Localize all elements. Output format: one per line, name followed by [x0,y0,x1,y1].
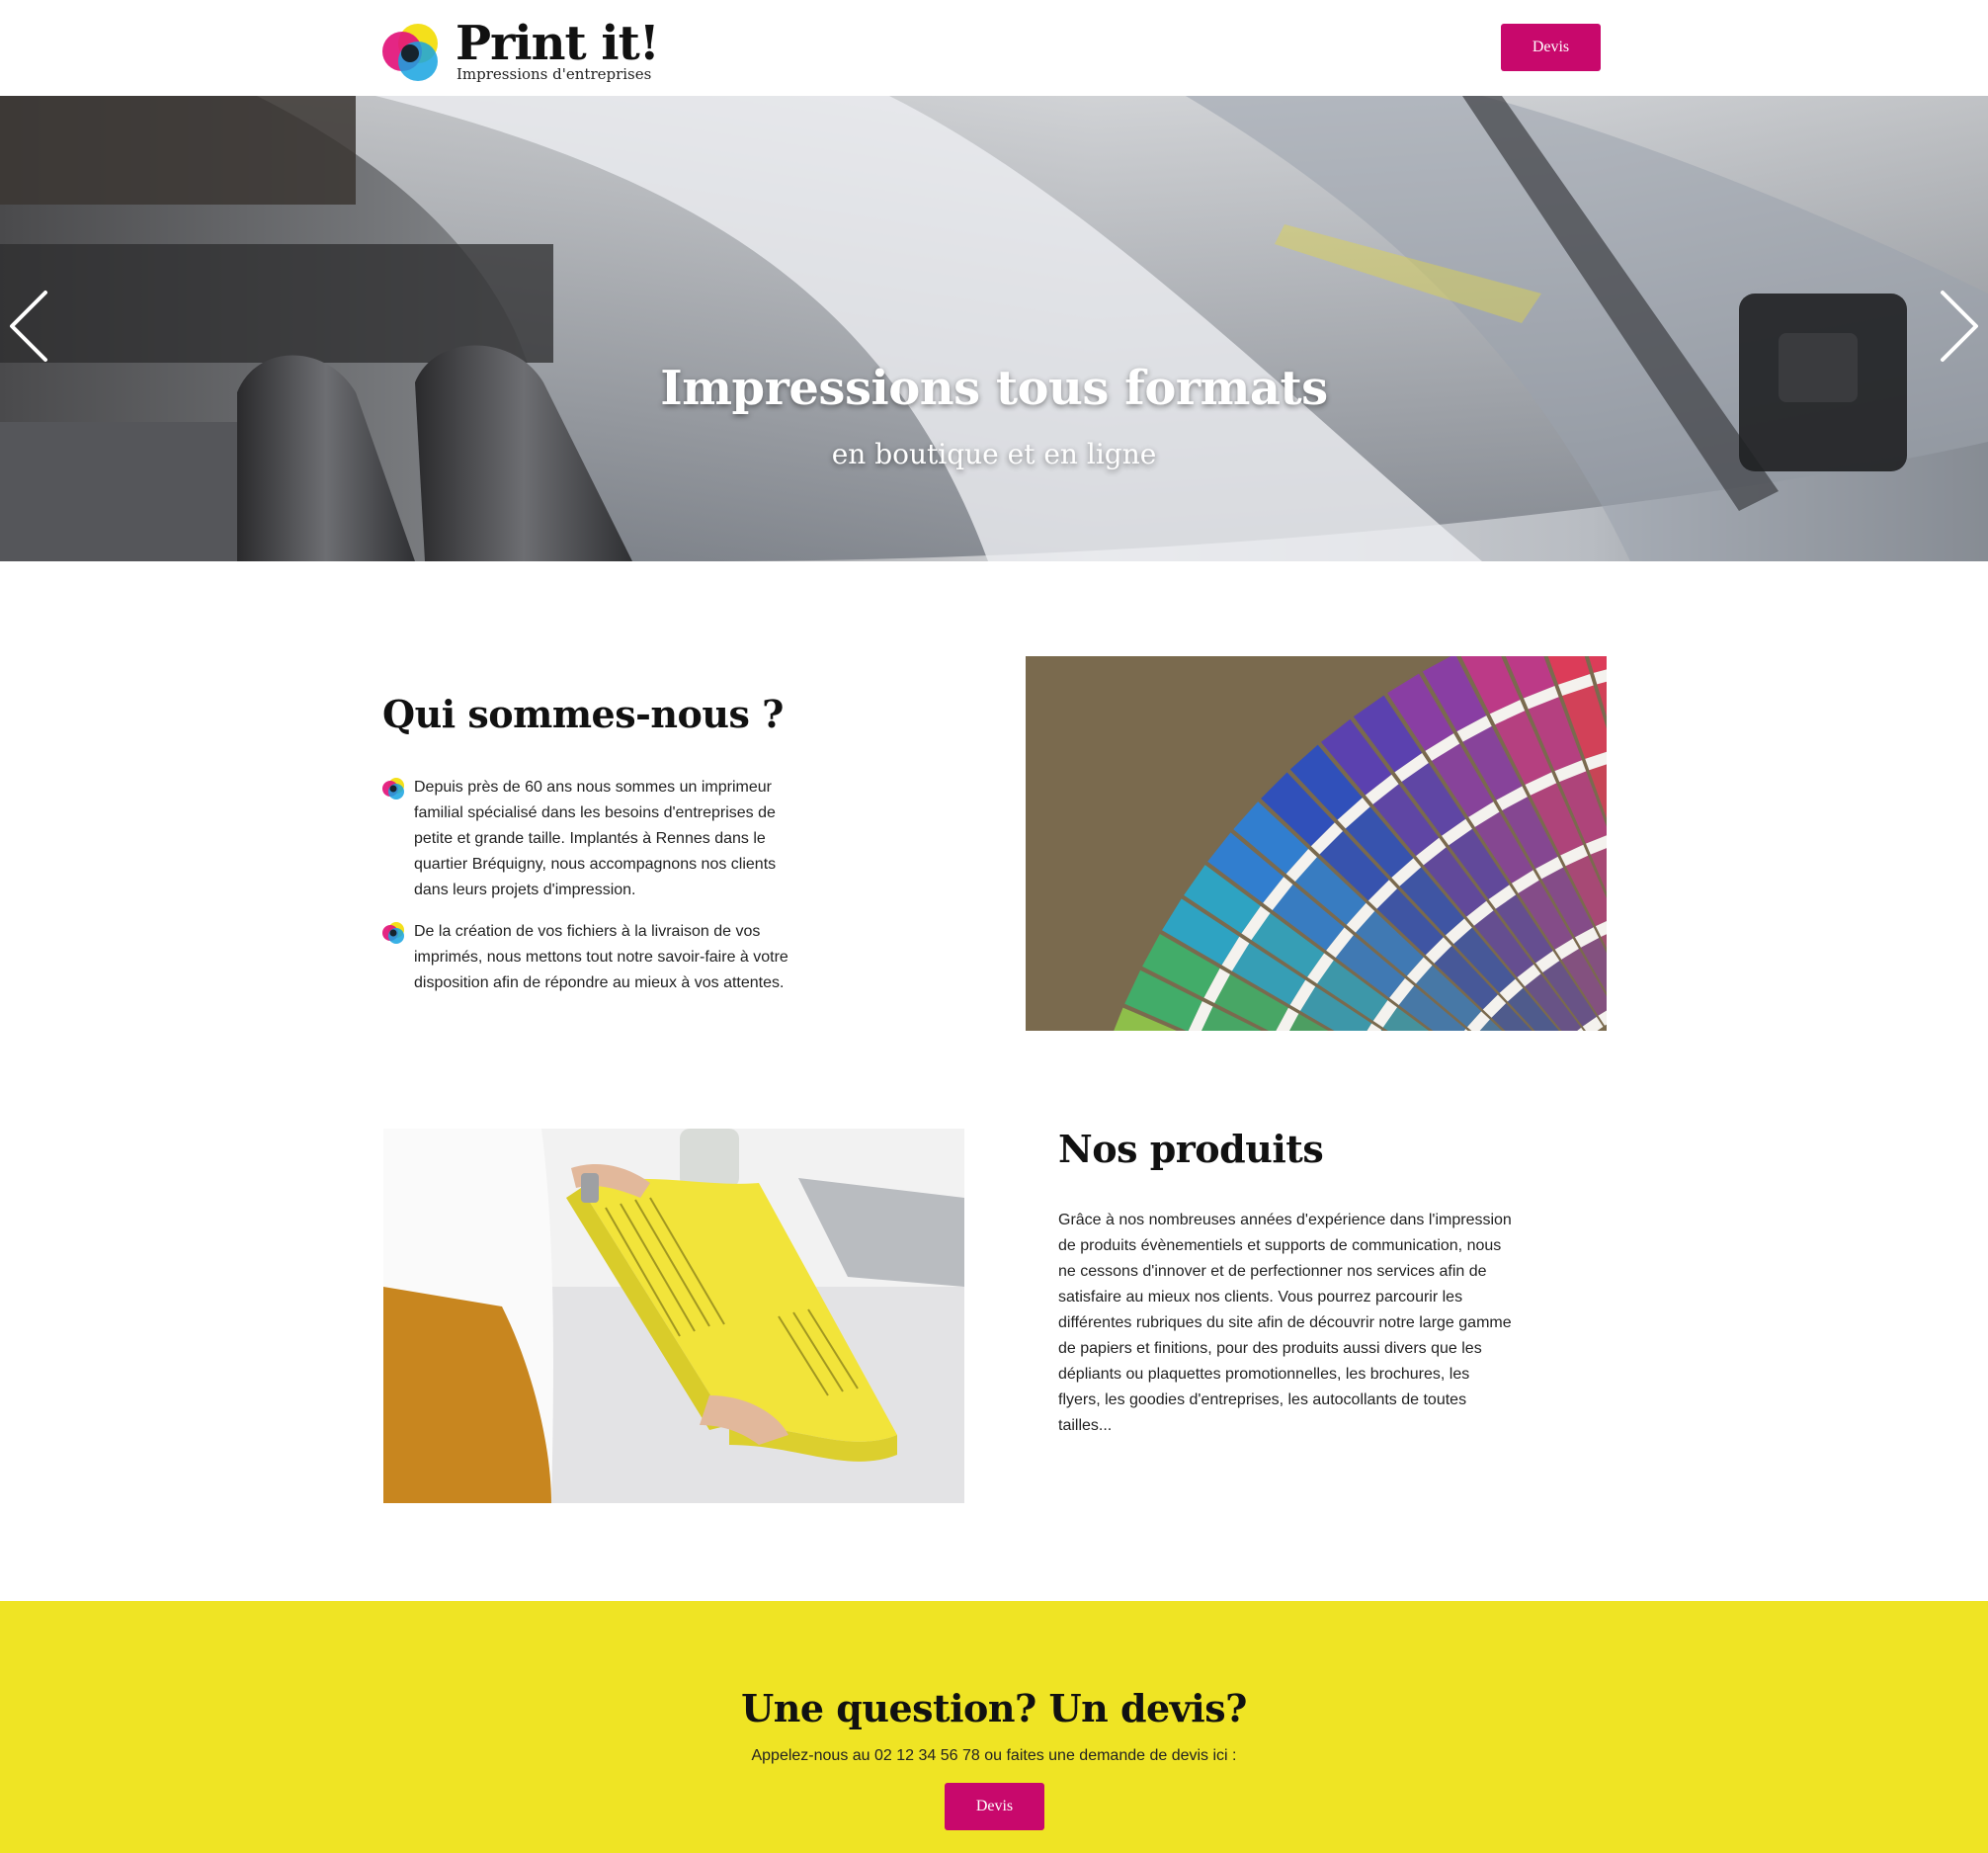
magazine-image [383,1129,964,1503]
color-swatch-image [1026,656,1607,1031]
about-text: De la création de vos fichiers à la livr… [414,923,788,991]
cmyk-logo-icon [382,24,438,81]
quote-button-cta[interactable]: Devis [945,1783,1044,1830]
cmyk-circles-icon [382,778,404,800]
cta-title: Une question? Un devis? [741,1686,1247,1730]
logo-subtitle: Impressions d'entreprises [456,65,652,83]
products-text: Grâce à nos nombreuses années d'expérien… [1058,1212,1512,1434]
logo-title: Print it! [456,16,660,71]
hero-carousel: Impressions tous formats en boutique et … [0,96,1988,561]
quote-button-header[interactable]: Devis [1501,24,1601,71]
about-list: Depuis près de 60 ans nous sommes un imp… [382,775,797,1012]
about-title: Qui sommes-nous ? [382,692,784,736]
chevron-left-icon[interactable] [4,287,53,366]
site-header: Print it! Impressions d'entreprises Devi… [0,0,1988,96]
chevron-right-icon[interactable] [1935,287,1984,366]
list-item: Depuis près de 60 ans nous sommes un imp… [382,775,797,903]
cmyk-circles-icon [382,922,404,944]
list-item: De la création de vos fichiers à la livr… [382,919,797,996]
logo[interactable]: Print it! Impressions d'entreprises [382,16,660,85]
products-title: Nos produits [1058,1127,1324,1171]
about-text: Depuis près de 60 ans nous sommes un imp… [414,779,777,898]
hero-image [0,96,1988,561]
cta-section: Une question? Un devis? Appelez-nous au … [0,1601,1988,1853]
hero-title: Impressions tous formats [660,361,1328,416]
hero-subtitle: en boutique et en ligne [831,438,1157,470]
cta-text: Appelez-nous au 02 12 34 56 78 ou faites… [751,1747,1237,1764]
